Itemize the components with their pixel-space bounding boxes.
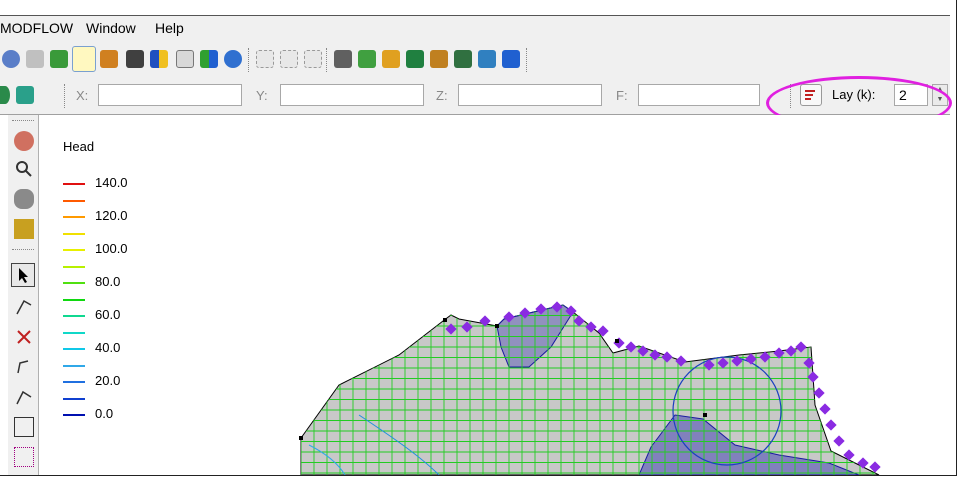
palette-grip[interactable]: [12, 249, 34, 253]
toolbar-separator: [526, 48, 529, 72]
polygon-icon[interactable]: [14, 417, 34, 437]
merge-icon[interactable]: [304, 50, 322, 68]
y-label: Y:: [256, 88, 268, 103]
vertex-point: [495, 324, 499, 328]
select-arrow-icon[interactable]: [11, 263, 35, 287]
flag-icon[interactable]: [502, 50, 520, 68]
calculator-icon[interactable]: [176, 50, 194, 68]
x-label: X:: [76, 88, 89, 103]
f-label: F:: [616, 88, 628, 103]
palette-grip[interactable]: [12, 120, 34, 124]
toolbar-separator: [326, 48, 329, 72]
grid-icon[interactable]: [200, 50, 218, 68]
display-icon[interactable]: [126, 50, 144, 68]
properties-icon[interactable]: [26, 50, 44, 68]
move-icon[interactable]: [280, 50, 298, 68]
vertex-point: [443, 318, 447, 322]
application-window: MODFLOW Window Help X: Y: Z: F: Lay (k):…: [0, 0, 957, 476]
boundary-diamond: [819, 403, 831, 415]
tools-palette: [8, 115, 39, 475]
add-vertex-icon[interactable]: [14, 357, 34, 377]
edit-vertex-icon[interactable]: [14, 297, 34, 317]
ghb-icon[interactable]: [430, 50, 448, 68]
delete-vertex-icon[interactable]: [14, 327, 34, 347]
well-icon[interactable]: [334, 50, 352, 68]
pan-hand-icon[interactable]: [14, 131, 34, 151]
globe-icon[interactable]: [224, 50, 242, 68]
menu-modflow[interactable]: MODFLOW: [0, 20, 73, 36]
measure-icon[interactable]: [14, 219, 34, 239]
main-toolbar: [0, 42, 950, 78]
boundary-diamond: [813, 387, 825, 399]
boundary-diamond: [833, 435, 845, 447]
f-value-field[interactable]: [638, 84, 760, 106]
river-icon[interactable]: [382, 50, 400, 68]
z-coordinate-field[interactable]: [458, 84, 602, 106]
toolbar-separator: [64, 84, 67, 108]
menu-help[interactable]: Help: [155, 20, 184, 36]
refresh-icon[interactable]: [50, 50, 68, 68]
lightbulb-icon[interactable]: [72, 46, 96, 72]
y-coordinate-field[interactable]: [280, 84, 424, 106]
vertex-point: [615, 339, 619, 343]
flux-icon[interactable]: [478, 50, 496, 68]
boundary-diamond: [825, 419, 837, 431]
toolbar-separator: [248, 48, 251, 72]
color-map-icon[interactable]: [150, 50, 168, 68]
z-label: Z:: [436, 88, 448, 103]
menu-window[interactable]: Window: [86, 20, 136, 36]
model-icon[interactable]: [2, 50, 20, 68]
map-canvas[interactable]: Head 140.0 120.0 100.0 80.0 60.0 40.0 20.0 0.0: [39, 115, 950, 475]
model-grid-view[interactable]: [39, 115, 950, 475]
drain-icon[interactable]: [406, 50, 424, 68]
vertex-point: [299, 436, 303, 440]
head-icon[interactable]: [454, 50, 472, 68]
menu-bar: MODFLOW Window Help: [0, 15, 950, 43]
x-coordinate-field[interactable]: [98, 84, 242, 106]
select-icon[interactable]: [256, 50, 274, 68]
bar-chart-icon[interactable]: [100, 50, 118, 68]
recharge-icon[interactable]: [358, 50, 376, 68]
cube-icon[interactable]: [16, 86, 34, 104]
rotate-icon[interactable]: [14, 189, 34, 209]
zoom-icon[interactable]: [14, 159, 34, 179]
grid-select-icon[interactable]: [14, 447, 34, 467]
circle-icon[interactable]: [0, 86, 10, 104]
split-line-icon[interactable]: [14, 387, 34, 407]
vertex-point: [703, 413, 707, 417]
